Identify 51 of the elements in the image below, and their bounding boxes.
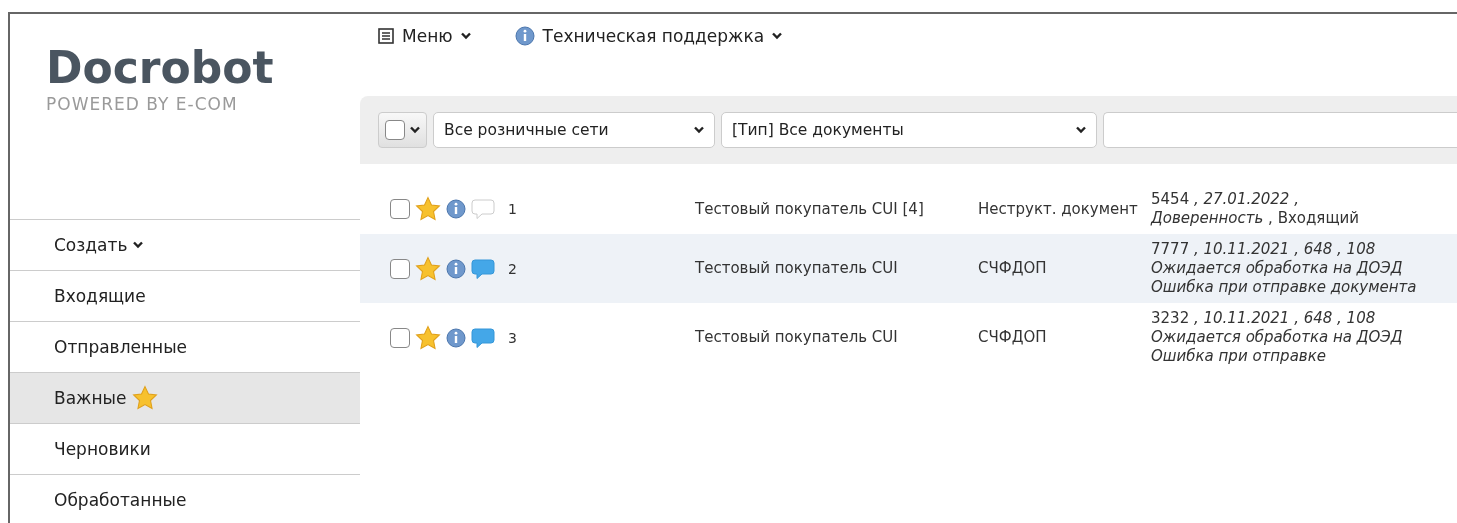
- speech-bubble-icon[interactable]: [471, 257, 495, 280]
- document-detail: 7777 , 10.11.2021 , 648 , 108: [1151, 240, 1377, 259]
- star-icon[interactable]: [415, 324, 441, 351]
- row-number: 2: [508, 260, 517, 277]
- caret-icon: [772, 32, 783, 40]
- caret-icon: [133, 241, 144, 249]
- document-type: Неструкт. документ: [978, 199, 1139, 219]
- document-detail: 5454 , 27.01.2022 ,: [1151, 190, 1300, 209]
- caret-icon: [460, 32, 471, 40]
- document-detail: Доверенность , Входящий: [1151, 209, 1360, 228]
- search-field[interactable]: [1103, 112, 1457, 148]
- sidebar-item[interactable]: Создать: [10, 219, 360, 270]
- document-detail: Ошибка при отправке документа: [1151, 278, 1418, 297]
- sidebar-item[interactable]: Черновики: [10, 423, 360, 474]
- select-all-dropdown[interactable]: [378, 112, 427, 148]
- checkbox[interactable]: [390, 258, 410, 279]
- row-number: 3: [508, 329, 517, 346]
- star-icon[interactable]: [415, 255, 441, 282]
- logo: Docrobot: [46, 46, 275, 90]
- caret-icon: [410, 126, 420, 134]
- document-type: СЧФДОП: [978, 259, 1048, 278]
- document-detail: Ожидается обработка на ДОЭД: [1151, 328, 1404, 347]
- sidebar-item[interactable]: Входящие: [10, 270, 360, 321]
- buyer-name: Тестовый покупатель CUI: [695, 328, 899, 347]
- checkbox[interactable]: [390, 199, 410, 219]
- filter-dropdown[interactable]: [Тип] Все документы: [721, 112, 1097, 148]
- buyer-name: Тестовый покупатель CUI: [695, 259, 899, 278]
- buyer-name: Тестовый покупатель CUI [4]: [695, 199, 925, 219]
- checkbox[interactable]: [385, 120, 405, 140]
- star-icon[interactable]: [132, 385, 159, 411]
- document-detail: 3232 , 10.11.2021 , 648 , 108: [1151, 309, 1377, 328]
- document-detail: Ошибка при отправке: [1151, 347, 1327, 366]
- caret-icon: [694, 126, 704, 134]
- filter-dropdown[interactable]: Все розничные сети: [433, 112, 715, 148]
- menu-button[interactable]: Техническая поддержка: [514, 26, 783, 46]
- document-detail: Ожидается обработка на ДОЭД: [1151, 259, 1404, 278]
- info-icon[interactable]: [446, 327, 466, 348]
- speech-bubble-icon[interactable]: [471, 326, 495, 349]
- info-icon[interactable]: [446, 258, 466, 279]
- menu-button[interactable]: Меню: [378, 26, 471, 46]
- row-number: 1: [508, 201, 517, 217]
- caret-icon: [1076, 126, 1086, 134]
- document-type: СЧФДОП: [978, 328, 1048, 347]
- info-icon[interactable]: [446, 199, 466, 219]
- list-icon: [378, 28, 394, 44]
- checkbox[interactable]: [390, 327, 410, 348]
- info-icon[interactable]: [514, 26, 535, 46]
- sidebar-item[interactable]: Важные: [10, 372, 360, 423]
- sidebar-item[interactable]: Обработанные: [10, 474, 360, 523]
- star-icon[interactable]: [415, 196, 441, 222]
- logo-tagline: POWERED BY E-COM: [46, 94, 239, 114]
